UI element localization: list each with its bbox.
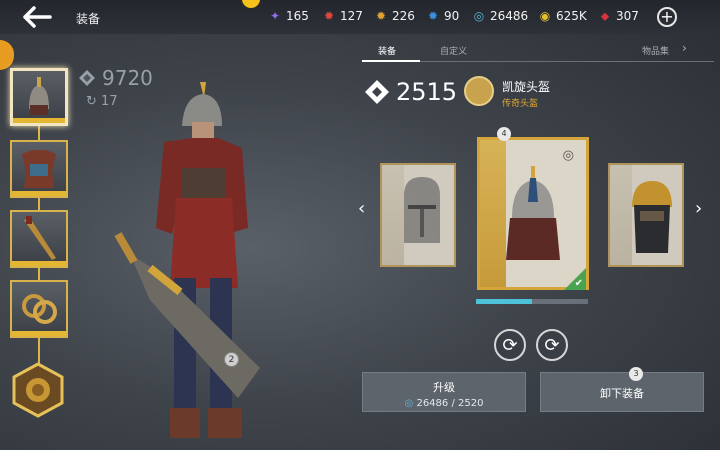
unequip-button[interactable]: 卸下装备: [540, 372, 704, 412]
swirl-coin-icon: ◎: [473, 9, 485, 23]
resource-value: 307: [616, 9, 639, 23]
power-diamond-icon: [365, 80, 389, 104]
purple-star-icon: ✦: [269, 9, 281, 23]
rings-icon: [22, 294, 57, 324]
resource-gold[interactable]: ✹ 226: [374, 9, 415, 23]
resource-ruby[interactable]: ⬥ 307: [598, 8, 639, 24]
helmet-icon: [29, 77, 49, 115]
target-icon: ◎: [562, 148, 574, 163]
resource-coin[interactable]: ◉ 625K: [538, 9, 587, 23]
page-title: 装备: [76, 12, 101, 26]
resource-value: 165: [286, 9, 309, 23]
lion-crest-icon: [464, 76, 494, 106]
rune-slot-1[interactable]: ⟳: [494, 329, 526, 361]
resource-swirl[interactable]: ◎ 26486: [472, 9, 528, 23]
hero-character[interactable]: [110, 78, 280, 446]
slot-bar: [13, 118, 65, 123]
slot-bar: [12, 191, 66, 196]
resource-blue[interactable]: ✹ 90: [426, 9, 459, 23]
chevron-right-icon[interactable]: ›: [682, 41, 687, 55]
item-progress-bar: [476, 299, 588, 304]
tab-customize[interactable]: 自定义: [440, 44, 467, 57]
progress-fill: [476, 299, 532, 304]
back-arrow-icon[interactable]: [22, 6, 52, 28]
item-power-value: 2515: [396, 78, 458, 106]
unequip-badge: 3: [629, 367, 643, 381]
swirl-rune-icon: ⟳: [502, 334, 518, 356]
tab-indicator: [362, 60, 420, 62]
resource-value: 26486: [490, 9, 529, 23]
lion-emblem-icon[interactable]: [12, 362, 64, 418]
slot-armor[interactable]: [10, 140, 68, 198]
equipment-tabs: 装备 自定义 物品集 ›: [362, 40, 714, 62]
chevron-left-icon[interactable]: ‹: [358, 198, 365, 219]
slot-helmet[interactable]: [10, 68, 68, 126]
blue-claw-icon: ✹: [427, 9, 439, 23]
resource-red[interactable]: ✹ 127: [322, 9, 363, 23]
resource-value: 226: [392, 9, 415, 23]
notification-tab[interactable]: [0, 40, 14, 70]
chevron-right-icon[interactable]: ›: [695, 198, 702, 219]
upgrade-cost-value: 26486 / 2520: [416, 398, 484, 409]
resource-value: 625K: [556, 9, 587, 23]
gold-coin-icon: ◉: [539, 9, 551, 23]
character-marker[interactable]: 2: [224, 352, 239, 367]
sword-icon: [24, 216, 56, 260]
slot-bar: [12, 261, 66, 266]
item-card-left[interactable]: [380, 163, 456, 267]
gold-claw-icon: ✹: [375, 9, 387, 23]
armor-icon: [22, 150, 56, 188]
item-name: 凯旋头盔: [502, 80, 551, 94]
item-power: 2515: [364, 78, 457, 106]
upgrade-button[interactable]: 升级 ◎ 26486 / 2520: [362, 372, 526, 412]
card-strip: [480, 140, 506, 287]
card-number-badge: 4: [497, 127, 511, 141]
item-rarity: 传奇头盔: [502, 99, 539, 109]
item-card-right[interactable]: [608, 163, 684, 267]
resource-value: 127: [340, 9, 363, 23]
resource-value: 90: [444, 9, 460, 23]
resource-purple[interactable]: ✦ 165: [268, 9, 309, 23]
upgrade-cost: ◎ 26486 / 2520: [363, 398, 525, 409]
swirl-coin-icon: ◎: [404, 398, 414, 409]
swirl-rune-icon: ⟳: [544, 334, 560, 356]
ruby-icon: ⬥: [600, 8, 610, 23]
unequip-label: 卸下装备: [600, 387, 644, 400]
item-card-selected[interactable]: ◎: [477, 137, 589, 290]
slot-bar: [12, 331, 66, 336]
card-strip: [610, 165, 632, 265]
upgrade-label: 升级: [433, 381, 455, 394]
slot-rings[interactable]: [10, 280, 68, 338]
card-strip: [382, 165, 404, 265]
power-diamond-icon: [79, 70, 95, 86]
tab-item-sets[interactable]: 物品集: [642, 44, 669, 57]
red-claw-icon: ✹: [323, 9, 335, 23]
refresh-icon: ↻: [86, 94, 97, 109]
plus-icon: +: [660, 7, 674, 26]
add-currency-button[interactable]: +: [657, 7, 677, 27]
rune-slot-2[interactable]: ⟳: [536, 329, 568, 361]
tab-equipment[interactable]: 装备: [378, 44, 396, 57]
slot-weapon[interactable]: [10, 210, 68, 268]
